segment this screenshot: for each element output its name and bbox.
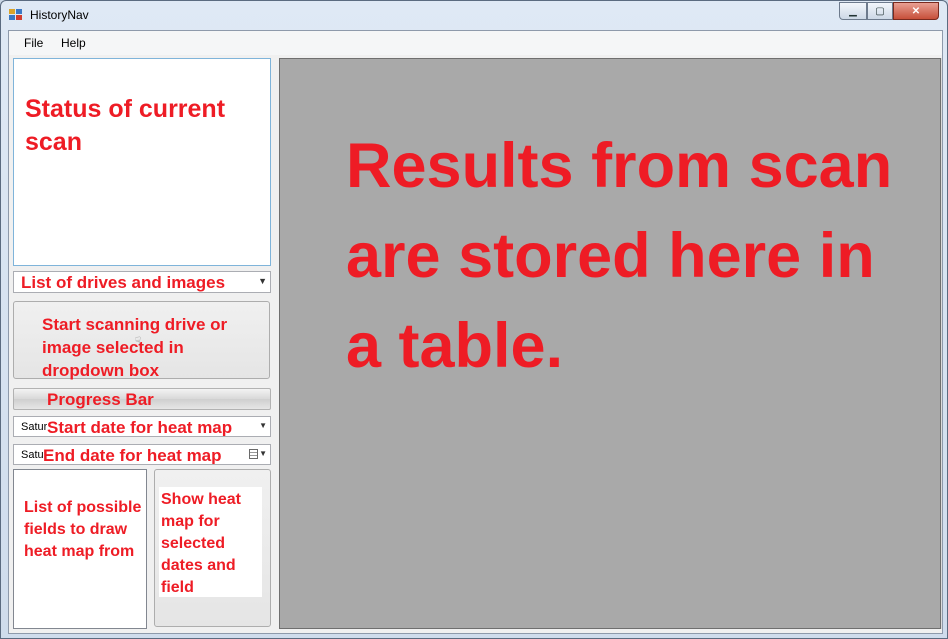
start-scan-button[interactable]: Start scanning drive or image selected i… — [13, 301, 270, 380]
menu-bar: File Help — [9, 31, 942, 55]
divider — [941, 58, 942, 629]
drives-dropdown-label: List of drives and images — [21, 273, 226, 292]
chevron-down-icon[interactable]: ▼ — [259, 421, 267, 430]
main-window: HistoryNav ▁ ▢ ✕ File Help Status of cur… — [0, 0, 948, 639]
fields-list[interactable]: List of possible fields to draw heat map… — [13, 469, 147, 629]
show-heat-map-label-box: Show heat map for selected dates and fie… — [159, 487, 262, 597]
start-scan-label: Start scanning drive or image selected i… — [42, 315, 228, 380]
minimize-icon: ▁ — [849, 5, 857, 17]
maximize-button[interactable]: ▢ — [867, 2, 893, 20]
minimize-button[interactable]: ▁ — [839, 2, 867, 20]
menu-help[interactable]: Help — [61, 36, 86, 50]
results-table[interactable]: Results from scan are stored here in a t… — [279, 58, 941, 629]
client-area: File Help Status of current scan List of… — [8, 30, 943, 634]
window-title: HistoryNav — [30, 8, 89, 22]
fields-list-label: List of possible fields to draw heat map… — [24, 499, 142, 560]
maximize-icon: ▢ — [875, 5, 885, 17]
close-button[interactable]: ✕ — [893, 2, 939, 20]
cursor-icon: ☟ — [135, 336, 142, 347]
drives-dropdown[interactable]: List of drives and images ▼ — [13, 271, 271, 293]
end-date-picker[interactable]: Saturday End date for heat map ▼ — [13, 444, 271, 465]
chevron-down-icon[interactable]: ▼ — [258, 276, 267, 286]
status-panel: Status of current scan — [13, 58, 271, 266]
close-icon: ✕ — [911, 5, 921, 17]
show-heat-map-label: Show heat map for selected dates and fie… — [161, 491, 242, 596]
progress-bar: Progress Bar — [13, 388, 271, 410]
progress-bar-label: Progress Bar — [47, 390, 154, 409]
app-icon — [9, 9, 23, 21]
start-date-picker[interactable]: Saturday Start date for heat map ▼ — [13, 416, 271, 437]
results-label: Results from scan are stored here in a t… — [346, 131, 893, 381]
start-date-label: Start date for heat map — [47, 418, 233, 437]
menu-file[interactable]: File — [24, 36, 43, 50]
status-label: Status of current scan — [25, 95, 226, 156]
chevron-down-icon[interactable]: ▼ — [259, 449, 267, 458]
calendar-icon[interactable] — [249, 449, 258, 459]
title-bar[interactable]: HistoryNav ▁ ▢ ✕ — [1, 1, 947, 31]
end-date-label: End date for heat map — [43, 446, 222, 465]
show-heat-map-button[interactable]: Show heat map for selected dates and fie… — [154, 469, 271, 627]
